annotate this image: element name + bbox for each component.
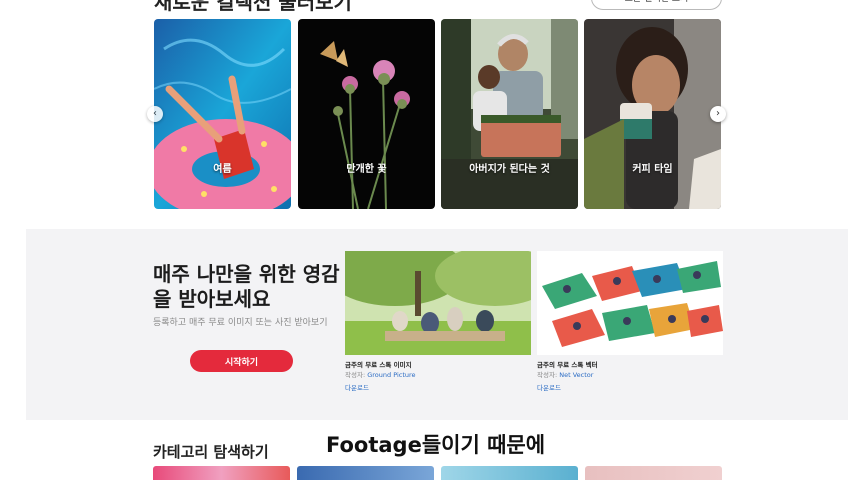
picnic-photo — [345, 251, 531, 355]
author-label: 작성자: — [345, 371, 366, 379]
collection-card-fatherhood[interactable]: 아버지가 된다는 것 — [441, 19, 578, 209]
chevron-right-icon: › — [716, 108, 720, 119]
view-all-collections-button[interactable]: 모든 컬렉션 보기 — [591, 0, 722, 10]
download-link[interactable]: 다운로드 — [345, 382, 369, 392]
chevron-left-icon: ‹ — [153, 108, 157, 119]
summer-image — [154, 19, 291, 209]
picnic-vector — [537, 251, 723, 355]
start-button[interactable]: 시작하기 — [190, 350, 293, 372]
flowers-image — [298, 19, 435, 209]
collection-card-label: 만개한 꽃 — [346, 164, 387, 175]
video-subtitle: Footage들이기 때문에 — [326, 433, 546, 457]
category-tile[interactable] — [297, 466, 434, 480]
free-stock-image-thumbnail[interactable] — [345, 251, 531, 355]
coffee-image — [584, 19, 721, 209]
collection-card-summer[interactable]: 여름 — [154, 19, 291, 209]
category-tile[interactable] — [441, 466, 578, 480]
author-link[interactable]: Ground Picture — [367, 371, 415, 379]
download-link[interactable]: 다운로드 — [537, 382, 561, 392]
category-tile[interactable] — [585, 466, 722, 480]
free-stock-vector-thumbnail[interactable] — [537, 251, 723, 355]
collection-card-label: 여름 — [213, 164, 232, 175]
promo-title: 매주 나만을 위한 영감을 받아보세요 — [153, 262, 340, 311]
fatherhood-image — [441, 19, 578, 209]
author-link[interactable]: Net Vector — [559, 371, 593, 379]
collection-card-label: 아버지가 된다는 것 — [469, 164, 550, 175]
collection-card-blooming-flowers[interactable]: 만개한 꽃 — [298, 19, 435, 209]
item-author: 작성자: Net Vector — [537, 369, 593, 379]
item-author: 작성자: Ground Picture — [345, 369, 416, 379]
item-title: 금주의 무료 스톡 벡터 — [537, 361, 598, 369]
promo-subtitle: 등록하고 매주 무료 이미지 또는 사진 받아보기 — [153, 318, 328, 328]
carousel-next-button[interactable]: › — [710, 106, 726, 122]
category-tile[interactable] — [153, 466, 290, 480]
carousel-prev-button[interactable]: ‹ — [147, 106, 163, 122]
author-label: 작성자: — [537, 371, 558, 379]
section-title-categories: 카테고리 탐색하기 — [153, 443, 269, 461]
item-title: 금주의 무료 스톡 이미지 — [345, 361, 412, 369]
collection-card-label: 커피 타임 — [632, 164, 673, 175]
collection-card-coffee-time[interactable]: 커피 타임 — [584, 19, 721, 209]
section-title-collections: 새로운 컬렉션 둘러보기 — [154, 0, 352, 14]
